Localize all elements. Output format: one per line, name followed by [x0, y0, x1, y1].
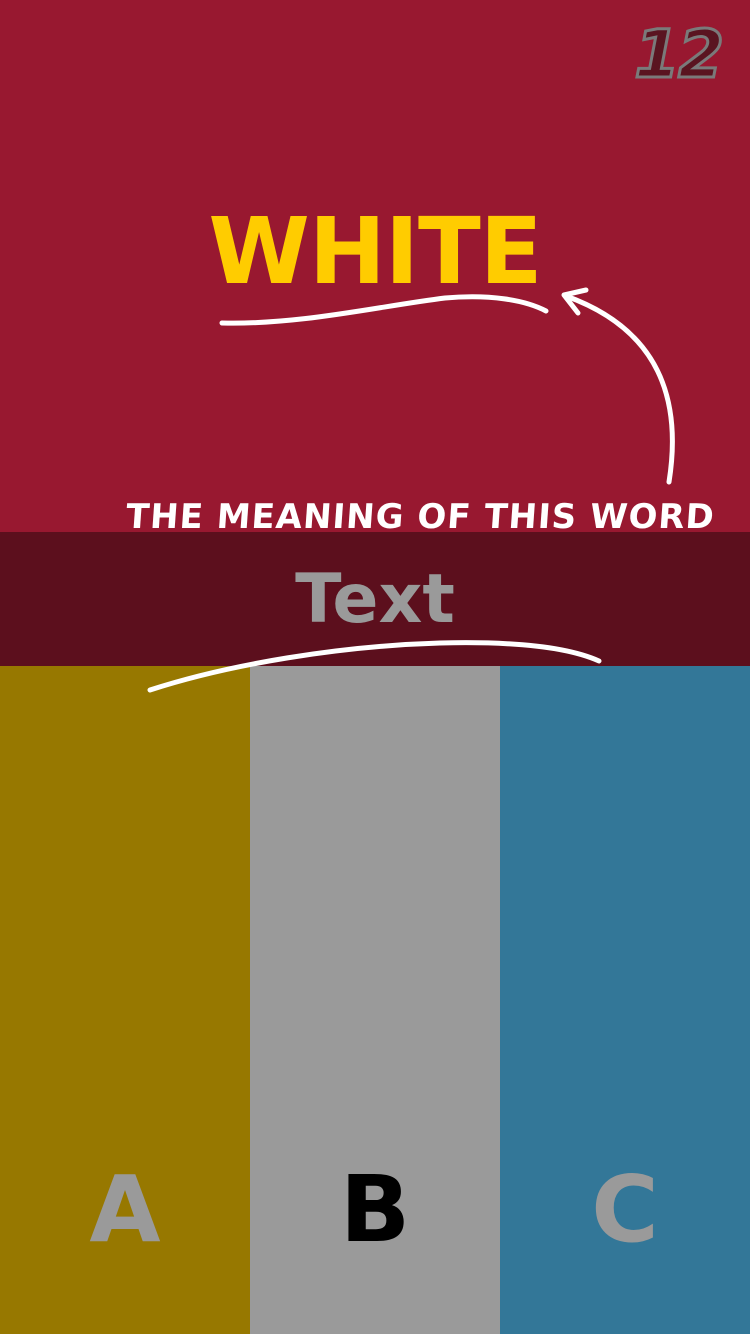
game-screen: 12 WHITE Text A B C THE MEANING OF THIS …	[0, 0, 750, 1334]
color-word: WHITE	[208, 198, 542, 305]
tutorial-hint: THE MEANING OF THIS WORD	[124, 497, 717, 537]
text-label: Text	[295, 560, 455, 639]
option-c-button[interactable]: C	[500, 666, 750, 1334]
option-b-letter: B	[339, 1156, 411, 1263]
option-b-button[interactable]: B	[250, 666, 500, 1334]
answer-options: A B C	[0, 666, 750, 1334]
score-counter: 12	[633, 16, 726, 93]
option-a-button[interactable]: A	[0, 666, 250, 1334]
option-a-letter: A	[89, 1156, 161, 1263]
option-c-letter: C	[591, 1156, 659, 1263]
